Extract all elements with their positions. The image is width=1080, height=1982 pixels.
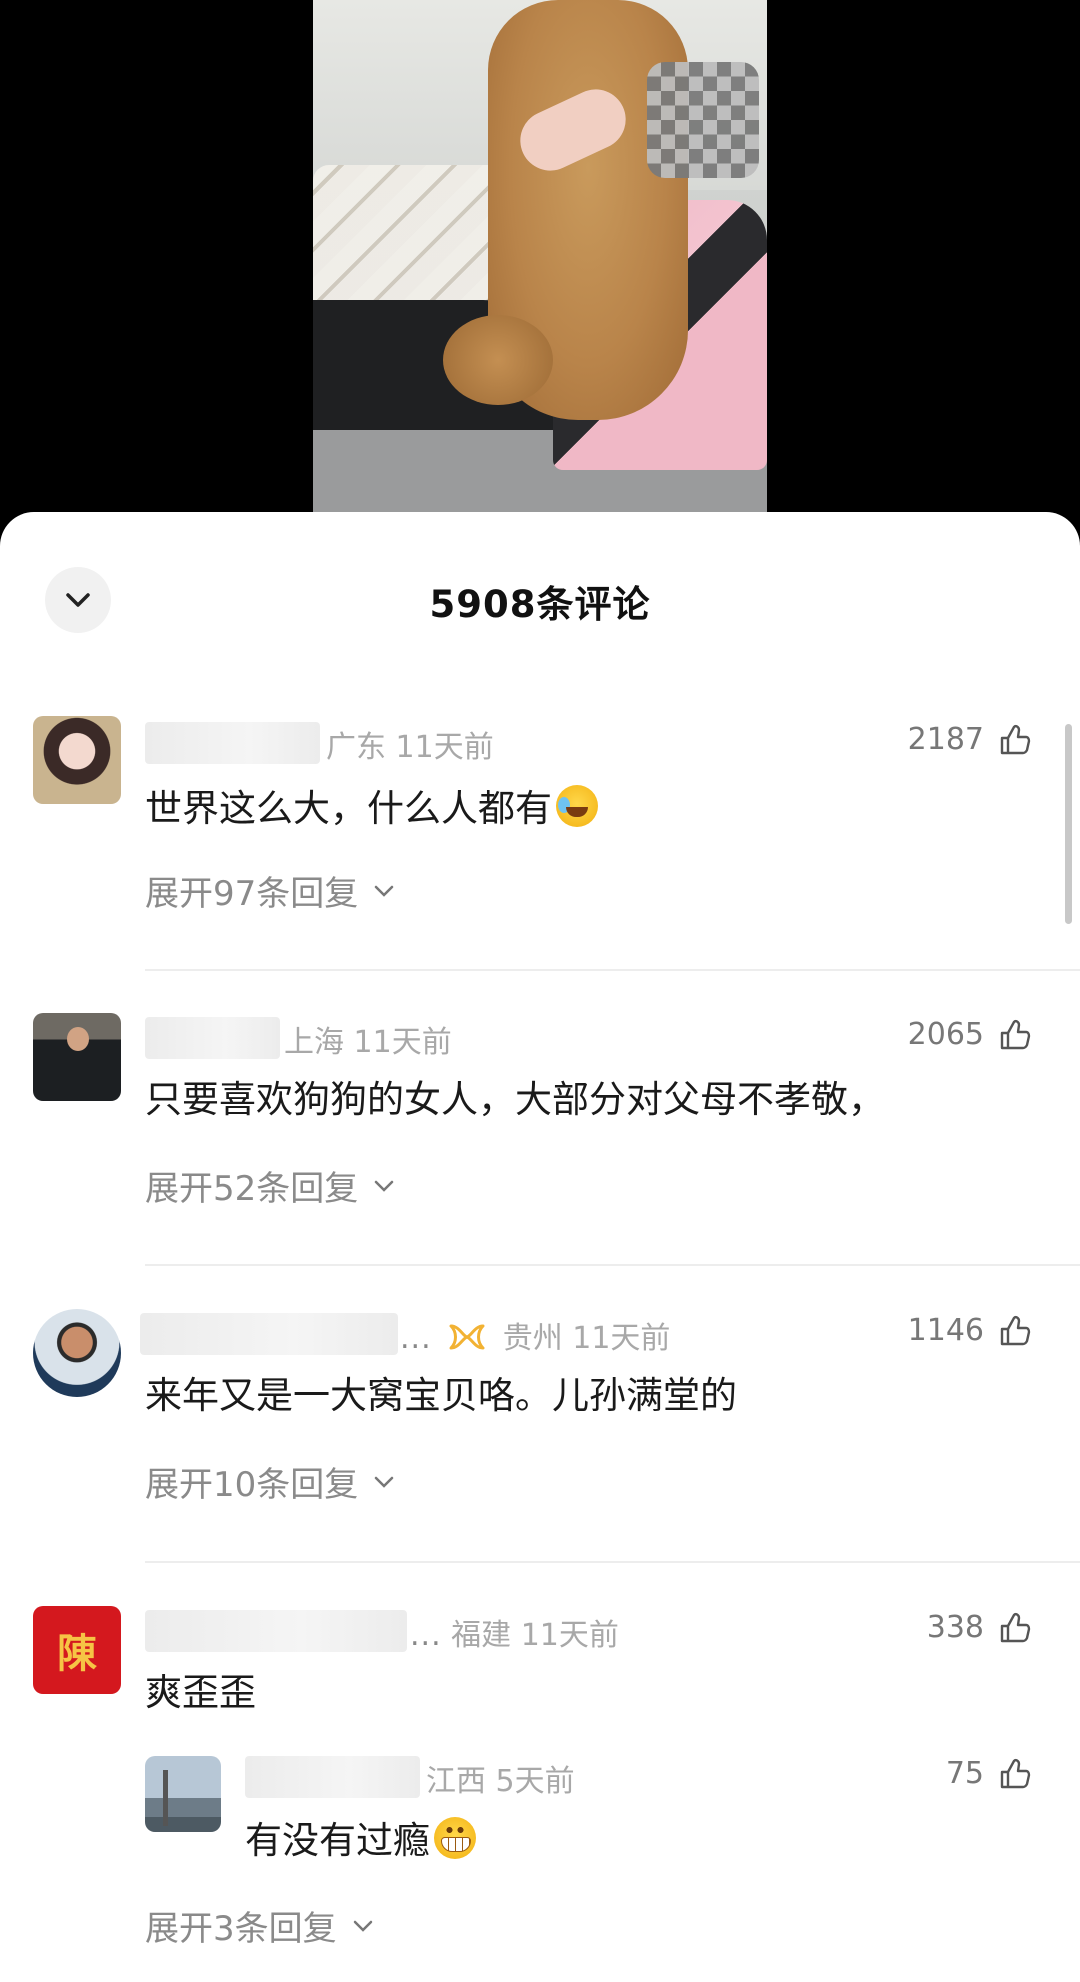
ribbon-badge-icon	[449, 1324, 485, 1350]
location: 江西	[426, 1764, 486, 1799]
location: 广东	[326, 730, 386, 765]
like-button[interactable]: 2187	[908, 722, 1032, 757]
username-blurred[interactable]	[140, 1313, 398, 1355]
avatar[interactable]	[33, 1013, 121, 1101]
video-dog-tail	[443, 315, 553, 405]
timestamp: 5天前	[495, 1764, 575, 1799]
comment-text: 来年又是一大窝宝贝咯。儿孙满堂的	[145, 1374, 737, 1417]
timestamp: 11天前	[395, 730, 494, 765]
like-count: 1146	[907, 1313, 984, 1348]
divider	[145, 969, 1080, 971]
video-frame[interactable]	[313, 0, 767, 512]
like-count: 338	[926, 1610, 984, 1645]
like-button[interactable]: 2065	[908, 1017, 1032, 1052]
like-count: 2187	[907, 722, 984, 757]
expand-replies-button[interactable]: 展开52条回复	[145, 1161, 394, 1210]
thumbs-up-icon	[1000, 1019, 1031, 1049]
avatar[interactable]: 陳	[33, 1606, 121, 1694]
chevron-down-icon	[375, 885, 394, 897]
thumbs-up-icon	[1000, 1315, 1031, 1345]
avatar[interactable]	[33, 716, 121, 804]
location: 上海	[284, 1025, 344, 1060]
name-ellipsis: ...	[400, 1321, 432, 1356]
comment-text: 世界这么大，什么人都有	[145, 778, 598, 832]
grinning-emoji	[434, 1817, 476, 1859]
like-count: 2065	[907, 1017, 984, 1052]
laughing-crying-emoji	[556, 785, 598, 827]
comment-text: 只要喜欢狗狗的女人，大部分对父母不孝敬，	[145, 1078, 885, 1121]
like-button[interactable]: 338	[927, 1610, 1032, 1645]
comment-meta: 上海 11天前	[284, 1017, 452, 1061]
chevron-down-icon	[375, 1476, 394, 1488]
timestamp: 11天前	[520, 1618, 619, 1653]
like-button[interactable]: 75	[946, 1756, 1032, 1791]
username-blurred[interactable]	[145, 722, 320, 764]
comment-text: 爽歪歪	[145, 1671, 256, 1714]
thumbs-up-icon	[1000, 724, 1031, 754]
timestamp: 11天前	[572, 1321, 671, 1356]
avatar[interactable]	[33, 1309, 121, 1397]
location: 贵州	[502, 1321, 563, 1356]
reply-item: 江西 5天前 75 有没有过瘾	[0, 1756, 1080, 1866]
comment-meta: ... 贵州 11天前	[400, 1313, 670, 1357]
avatar-text: 陳	[57, 1630, 97, 1677]
username-blurred[interactable]	[145, 1017, 280, 1059]
username-blurred[interactable]	[245, 1756, 420, 1798]
chevron-down-icon	[353, 1920, 372, 1932]
comment-count-title: 5908条评论	[429, 583, 651, 626]
thumbs-up-icon	[1000, 1612, 1031, 1642]
thumbs-up-icon	[1000, 1758, 1031, 1788]
comment-sheet: 5908条评论 广东 11天前 2187 世界这么大，什么人都有 展开97条回复…	[0, 512, 1080, 1982]
face-mosaic	[647, 62, 759, 178]
expand-replies-button[interactable]: 展开3条回复	[145, 1901, 373, 1950]
username-blurred[interactable]	[145, 1610, 407, 1652]
timestamp: 11天前	[353, 1025, 452, 1060]
like-button[interactable]: 1146	[908, 1313, 1032, 1348]
divider	[145, 1264, 1080, 1266]
expand-replies-button[interactable]: 展开10条回复	[145, 1457, 394, 1506]
location: 福建	[451, 1618, 512, 1653]
comment-meta: ... 福建 11天前	[410, 1610, 619, 1654]
comment-text: 有没有过瘾	[245, 1810, 476, 1864]
comment-meta: 江西 5天前	[426, 1756, 575, 1800]
divider	[145, 1561, 1080, 1563]
video-player[interactable]	[0, 0, 1080, 520]
comment-meta: 广东 11天前	[326, 722, 494, 766]
like-count: 75	[945, 1756, 984, 1791]
expand-replies-button[interactable]: 展开97条回复	[145, 866, 394, 915]
chevron-down-icon	[375, 1180, 394, 1192]
scrollbar[interactable]	[1065, 724, 1072, 924]
avatar[interactable]	[145, 1756, 221, 1832]
name-ellipsis: ...	[410, 1618, 442, 1653]
